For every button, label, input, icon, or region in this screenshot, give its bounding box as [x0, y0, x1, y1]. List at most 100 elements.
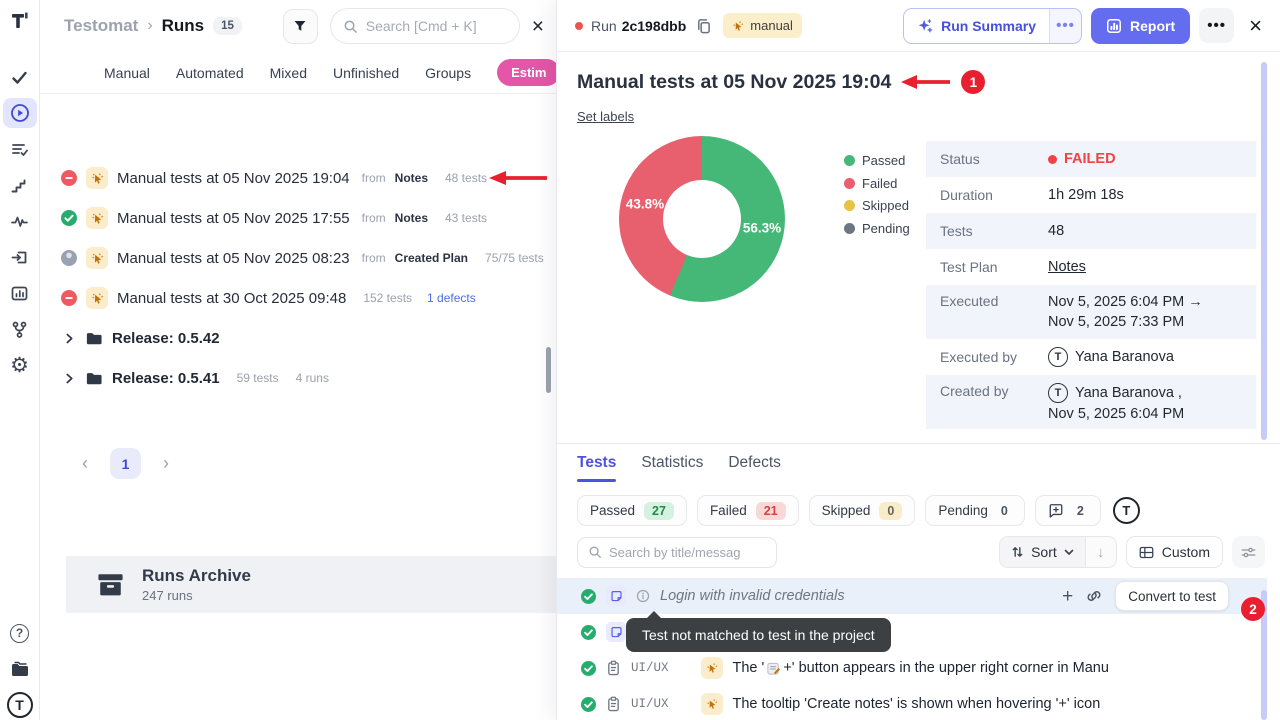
- test-row[interactable]: UI/UX The tooltip 'Create notes' is show…: [557, 686, 1267, 720]
- tab-automated[interactable]: Automated: [176, 65, 244, 81]
- run-summary-button[interactable]: Run Summary: [904, 9, 1049, 43]
- run-title[interactable]: Manual tests at 30 Oct 2025 09:48: [117, 290, 346, 307]
- more-actions-button[interactable]: •••: [1199, 8, 1234, 43]
- custom-columns-button[interactable]: Custom: [1126, 536, 1223, 568]
- tests-search[interactable]: [577, 537, 777, 568]
- import-nav-icon[interactable]: [3, 242, 37, 272]
- test-title[interactable]: The tooltip 'Create notes' is shown when…: [733, 696, 1101, 712]
- note-emoji-icon: [766, 661, 781, 676]
- page-number[interactable]: 1: [110, 448, 141, 479]
- pagination: ‹ 1 ›: [40, 448, 175, 479]
- comments-filter-chip[interactable]: 2: [1035, 495, 1101, 526]
- runs-archive-item[interactable]: Runs Archive 247 runs: [66, 556, 556, 613]
- branch-nav-icon[interactable]: [3, 314, 37, 344]
- breadcrumb-separator: ›: [147, 17, 152, 35]
- run-from-source[interactable]: Created Plan: [395, 251, 468, 265]
- test-row-unmatched[interactable]: Login with invalid credentials + Convert…: [557, 578, 1267, 614]
- test-tag: UI/UX: [631, 661, 669, 675]
- tab-mixed[interactable]: Mixed: [270, 65, 307, 81]
- run-tests-count: 43 tests: [445, 211, 487, 225]
- run-from-source[interactable]: Notes: [395, 211, 428, 225]
- passed-status-icon: [581, 589, 596, 604]
- run-row[interactable]: Manual tests at 05 Nov 2025 08:23 from C…: [40, 238, 556, 278]
- passed-status-icon: [581, 661, 596, 676]
- filter-button[interactable]: [283, 9, 318, 44]
- tab-groups[interactable]: Groups: [425, 65, 471, 81]
- run-row[interactable]: Manual tests at 05 Nov 2025 17:55 from N…: [40, 198, 556, 238]
- panel-close-icon[interactable]: ×: [532, 16, 544, 37]
- passed-chip-label: Passed: [590, 503, 635, 518]
- folder-title[interactable]: Release: 0.5.42: [112, 330, 220, 347]
- pulse-nav-icon[interactable]: [3, 206, 37, 236]
- convert-to-test-button[interactable]: Convert to test: [1115, 581, 1229, 611]
- plans-nav-icon[interactable]: [3, 134, 37, 164]
- manual-type-badge: manual: [723, 13, 802, 38]
- assignee-avatar-filter[interactable]: T: [1113, 497, 1140, 524]
- failed-filter-chip[interactable]: Failed21: [697, 495, 799, 526]
- runs-search[interactable]: [330, 8, 520, 44]
- passed-status-icon: [61, 210, 77, 226]
- run-title[interactable]: Manual tests at 05 Nov 2025 08:23: [117, 250, 350, 267]
- sort-button[interactable]: Sort: [1000, 537, 1085, 567]
- tests-nav-icon[interactable]: [3, 62, 37, 92]
- add-icon[interactable]: +: [1062, 587, 1073, 606]
- left-scrollbar[interactable]: [546, 347, 551, 393]
- test-row[interactable]: UI/UX The ' +' button appears in the upp…: [557, 650, 1267, 686]
- report-button[interactable]: Report: [1091, 8, 1190, 44]
- test-plan-link[interactable]: Notes: [1048, 259, 1086, 275]
- tab-manual[interactable]: Manual: [104, 65, 150, 81]
- projects-folder-icon[interactable]: [3, 654, 37, 684]
- skipped-filter-chip[interactable]: Skipped0: [809, 495, 916, 526]
- view-settings-button[interactable]: [1232, 536, 1265, 568]
- archive-title: Runs Archive: [142, 566, 251, 586]
- tests-list: Login with invalid credentials + Convert…: [557, 578, 1267, 720]
- testomat-logo-icon[interactable]: [3, 6, 37, 36]
- run-row[interactable]: Manual tests at 05 Nov 2025 19:04 from N…: [40, 158, 556, 198]
- chevron-right-icon[interactable]: [63, 332, 76, 345]
- settings-nav-icon[interactable]: ⚙: [3, 350, 37, 380]
- run-defects-link[interactable]: 1 defects: [427, 291, 476, 305]
- set-labels-link[interactable]: Set labels: [577, 109, 634, 124]
- sort-direction-button[interactable]: ↓: [1085, 537, 1116, 567]
- tab-defects[interactable]: Defects: [728, 454, 781, 482]
- link-icon[interactable]: [1086, 588, 1102, 604]
- user-avatar[interactable]: T: [3, 690, 37, 720]
- milestones-nav-icon[interactable]: [3, 170, 37, 200]
- tab-unfinished[interactable]: Unfinished: [333, 65, 399, 81]
- tab-tests[interactable]: Tests: [577, 454, 616, 482]
- folder-title[interactable]: Release: 0.5.41: [112, 370, 220, 387]
- prev-page-icon[interactable]: ‹: [76, 453, 94, 474]
- manual-test-icon: [701, 657, 723, 679]
- detail-close-icon[interactable]: ×: [1249, 15, 1262, 37]
- tab-estimate-badge[interactable]: Estim: [497, 59, 556, 86]
- run-title[interactable]: Manual tests at 05 Nov 2025 19:04: [117, 170, 350, 187]
- annotation-badge-2: 2: [1241, 597, 1265, 621]
- release-folder-row[interactable]: Release: 0.5.42: [40, 318, 556, 358]
- tab-statistics[interactable]: Statistics: [641, 454, 703, 482]
- tests-search-input[interactable]: [609, 545, 759, 560]
- runs-nav-icon[interactable]: [3, 98, 37, 128]
- next-page-icon[interactable]: ›: [157, 453, 175, 474]
- run-title[interactable]: Manual tests at 05 Nov 2025 17:55: [117, 210, 350, 227]
- run-summary-more-button[interactable]: •••: [1049, 9, 1081, 43]
- test-title[interactable]: The ' +' button appears in the upper rig…: [733, 660, 1109, 676]
- table-icon: [1139, 546, 1154, 559]
- breadcrumb-section[interactable]: Runs: [162, 16, 205, 36]
- test-title-prefix: The ': [733, 660, 765, 676]
- manual-test-icon: [701, 693, 723, 715]
- breadcrumb-app[interactable]: Testomat: [64, 16, 138, 36]
- copy-icon[interactable]: [696, 18, 711, 34]
- analytics-nav-icon[interactable]: [3, 278, 37, 308]
- run-row[interactable]: Manual tests at 30 Oct 2025 09:48 152 te…: [40, 278, 556, 318]
- chevron-right-icon[interactable]: [63, 372, 76, 385]
- detail-scrollbar[interactable]: [1261, 62, 1267, 440]
- run-from-source[interactable]: Notes: [395, 171, 428, 185]
- passed-filter-chip[interactable]: Passed27: [577, 495, 687, 526]
- pending-filter-chip[interactable]: Pending0: [925, 495, 1025, 526]
- release-folder-row[interactable]: Release: 0.5.41 59 tests 4 runs: [40, 358, 556, 398]
- help-icon[interactable]: ?: [3, 618, 37, 648]
- legend-passed: Passed: [862, 153, 905, 168]
- search-input[interactable]: [366, 18, 496, 34]
- runs-filter-tabs: Manual Automated Mixed Unfinished Groups…: [40, 52, 556, 94]
- test-title[interactable]: Login with invalid credentials: [660, 588, 845, 604]
